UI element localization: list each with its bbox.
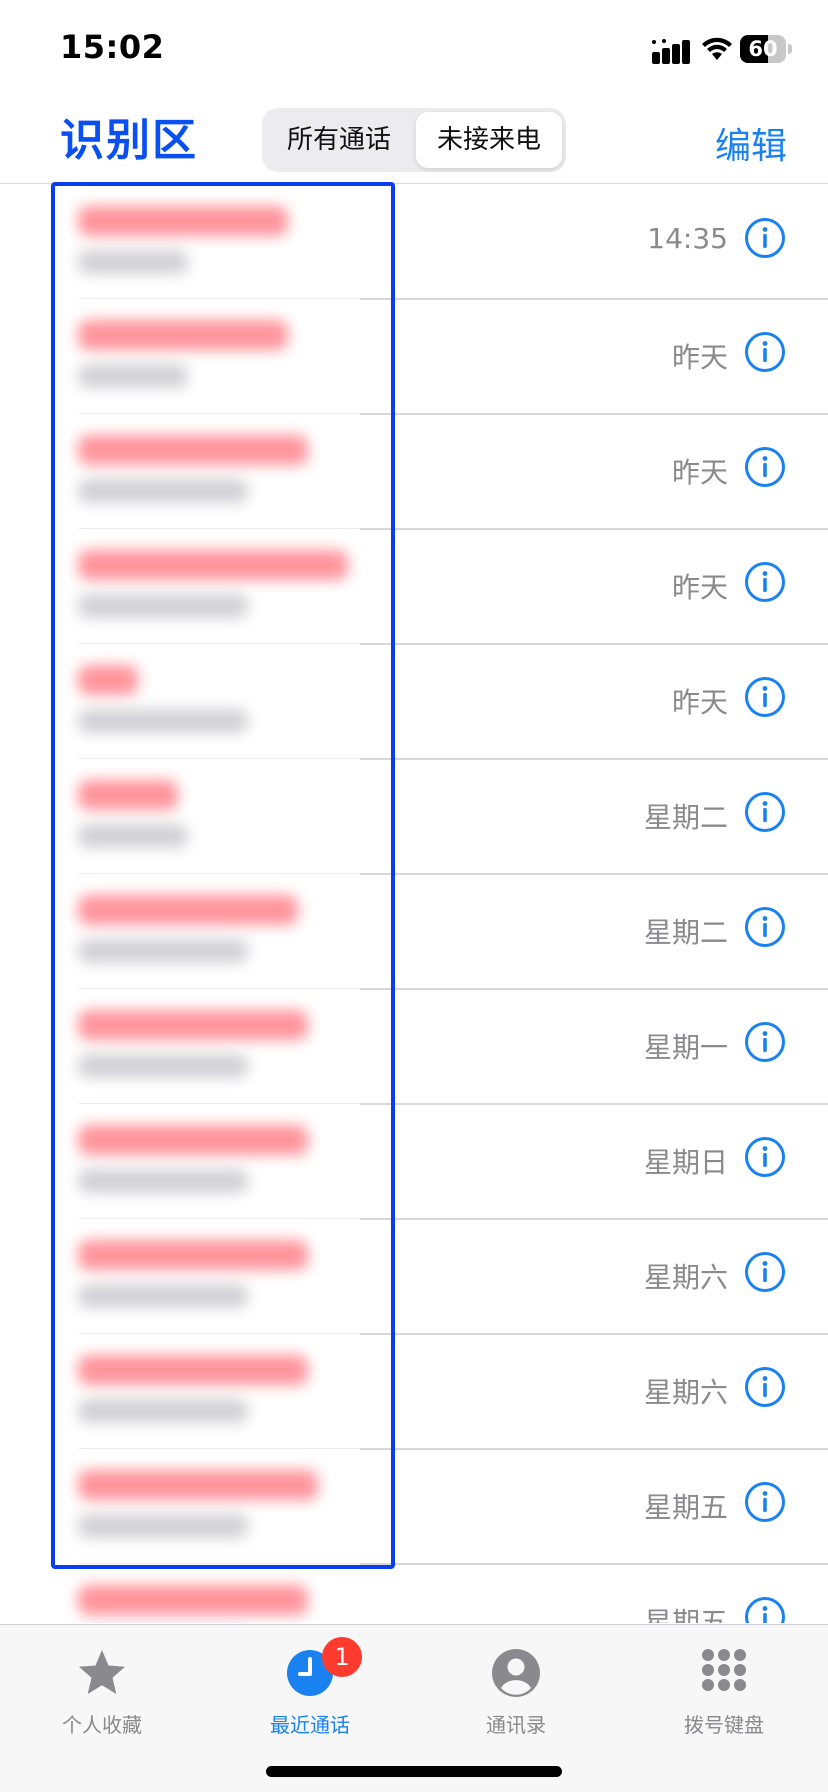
row-divider: [360, 298, 828, 300]
call-time: 星期五: [643, 1491, 728, 1524]
call-time: 昨天: [671, 456, 728, 489]
row-divider: [360, 528, 828, 530]
row-divider: [360, 1448, 828, 1450]
tab-favorites[interactable]: 个人收藏: [12, 1637, 192, 1737]
segment-all-calls[interactable]: 所有通话: [266, 112, 412, 168]
row-divider: [360, 643, 828, 645]
call-time: 星期二: [643, 801, 728, 834]
segment-missed-calls[interactable]: 未接来电: [416, 112, 562, 168]
row-divider: [360, 758, 828, 760]
caller-name-redacted: [78, 1585, 308, 1615]
status-time: 15:02: [60, 28, 165, 66]
call-time: 星期二: [643, 916, 728, 949]
info-icon[interactable]: [744, 446, 786, 488]
tab-label: 个人收藏: [62, 1713, 142, 1737]
call-time: 14:35: [647, 222, 728, 255]
call-time: 昨天: [671, 686, 728, 719]
info-icon[interactable]: [744, 676, 786, 718]
tab-recents[interactable]: 1 最近通话: [220, 1637, 400, 1737]
missed-calls-badge: 1: [322, 1637, 362, 1677]
row-divider: [360, 1563, 828, 1565]
row-divider: [360, 1103, 828, 1105]
tab-label: 拨号键盘: [684, 1713, 764, 1737]
keypad-icon: [702, 1649, 746, 1691]
call-time: 星期五: [643, 1606, 728, 1623]
tab-keypad[interactable]: 拨号键盘: [634, 1637, 814, 1737]
tab-contacts[interactable]: 通讯录: [426, 1637, 606, 1737]
row-divider: [360, 1218, 828, 1220]
info-icon[interactable]: [744, 1251, 786, 1293]
info-icon[interactable]: [744, 1021, 786, 1063]
star-icon: [79, 1650, 125, 1694]
info-icon[interactable]: [744, 1366, 786, 1408]
call-time: 昨天: [671, 571, 728, 604]
cellular-signal-icon: [652, 39, 690, 64]
info-icon[interactable]: [744, 331, 786, 373]
tab-label: 最近通话: [270, 1713, 350, 1737]
call-row[interactable]: 星期五: [0, 1563, 828, 1623]
row-divider: [360, 413, 828, 415]
info-icon[interactable]: [744, 1481, 786, 1523]
status-bar: 15:02 60: [0, 0, 828, 100]
tab-label: 通讯录: [486, 1713, 546, 1737]
home-indicator: [266, 1766, 562, 1777]
call-time: 星期日: [643, 1146, 728, 1179]
edit-button[interactable]: 编辑: [715, 117, 787, 169]
call-time: 昨天: [671, 341, 728, 374]
call-time: 星期六: [643, 1261, 728, 1294]
row-divider: [360, 873, 828, 875]
info-icon[interactable]: [744, 906, 786, 948]
call-time: 星期一: [643, 1031, 728, 1064]
recognition-area-label: 识别区: [60, 115, 198, 166]
battery-icon: 60: [740, 35, 792, 63]
battery-level: 60: [748, 37, 778, 61]
row-divider: [360, 988, 828, 990]
info-icon[interactable]: [744, 1136, 786, 1178]
info-icon[interactable]: [744, 791, 786, 833]
call-filter-segmented-control[interactable]: 所有通话 未接来电: [262, 108, 566, 172]
recognition-area-highlight: [51, 182, 395, 1569]
info-icon[interactable]: [744, 561, 786, 603]
info-icon[interactable]: [744, 217, 786, 259]
row-divider: [360, 1333, 828, 1335]
wifi-icon: [702, 37, 732, 60]
info-icon[interactable]: [744, 1596, 786, 1623]
call-time: 星期六: [643, 1376, 728, 1409]
person-icon: [492, 1649, 540, 1697]
